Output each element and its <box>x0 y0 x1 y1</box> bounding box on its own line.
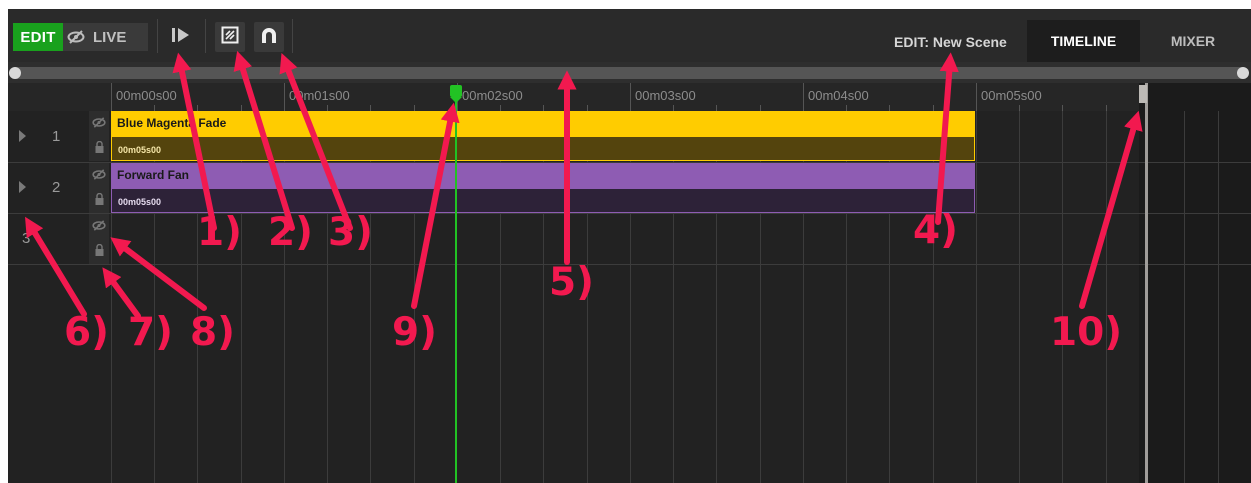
track-3-visibility-toggle[interactable] <box>89 214 109 239</box>
live-mode-label: LIVE <box>93 28 127 46</box>
lock-icon <box>95 243 104 261</box>
mode-toggle[interactable]: EDIT LIVE <box>13 23 148 51</box>
clip-duration: 00m05s00 <box>118 197 162 207</box>
track-row-divider <box>8 213 1251 214</box>
clip-forward-fan[interactable]: Forward Fan 00m05s00 <box>111 163 975 213</box>
toolbar-divider <box>205 19 206 53</box>
grid-line <box>1106 111 1107 483</box>
annotation-label-7: 7) <box>128 310 173 355</box>
ruler-tick <box>976 83 977 111</box>
playhead-handle[interactable] <box>450 85 462 97</box>
live-mode-button[interactable]: LIVE <box>63 23 148 51</box>
ruler-tick <box>284 83 285 111</box>
annotation-label-8: 8) <box>190 310 235 355</box>
track-2-number: 2 <box>52 179 61 196</box>
clip-duration: 00m05s00 <box>118 145 162 155</box>
toolbar-divider <box>157 19 158 53</box>
track-row-divider <box>8 264 1251 265</box>
lock-icon <box>95 140 104 158</box>
ruler-tick <box>111 83 112 111</box>
track-2-lock-toggle[interactable] <box>89 188 109 213</box>
annotation-label-1: 1) <box>197 210 242 255</box>
scrollbar-end-handle[interactable] <box>1237 67 1249 79</box>
eye-slash-icon <box>92 115 106 133</box>
scrollbar-start-handle[interactable] <box>9 67 21 79</box>
track-2-expand-arrow-icon[interactable] <box>19 181 26 193</box>
scene-title: EDIT: New Scene <box>894 34 1007 50</box>
scene-end-marker <box>1145 83 1148 483</box>
eye-slash-icon <box>63 30 89 44</box>
ruler-label: 00m02s00 <box>462 88 523 103</box>
grid-line <box>1019 111 1020 483</box>
toolbar: EDIT LIVE EDIT: New Scene TIMELINE MIXER <box>8 9 1251 62</box>
annotation-label-6: 6) <box>64 310 109 355</box>
track-row-divider <box>8 264 109 265</box>
ruler-label: 00m01s00 <box>289 88 350 103</box>
tab-timeline[interactable]: TIMELINE <box>1027 20 1140 62</box>
clip-name: Forward Fan <box>117 168 190 182</box>
timeline-scrollbar[interactable] <box>11 67 1247 79</box>
play-step-icon <box>171 27 191 48</box>
ruler-tick <box>630 83 631 111</box>
annotation-label-9: 9) <box>392 310 437 355</box>
track-2-visibility-toggle[interactable] <box>89 163 109 188</box>
ruler-label: 00m03s00 <box>635 88 696 103</box>
tab-mixer[interactable]: MIXER <box>1140 20 1246 62</box>
magnet-button[interactable] <box>254 22 284 52</box>
track-3-lock-toggle[interactable] <box>89 239 109 264</box>
playhead-line <box>455 95 457 483</box>
timeline-app: EDIT LIVE EDIT: New Scene TIMELINE MIXER… <box>8 9 1251 483</box>
track-3-number: 3 <box>22 230 31 247</box>
clip-body: 00m05s00 <box>111 136 975 161</box>
scene-end-handle[interactable] <box>1139 85 1147 103</box>
ruler-label: 00m04s00 <box>808 88 869 103</box>
annotation-label-3: 3) <box>328 210 373 255</box>
clip-header: Forward Fan <box>111 163 975 188</box>
ruler-label: 00m05s00 <box>981 88 1042 103</box>
grid-line <box>976 111 977 483</box>
grid-line <box>1184 111 1185 483</box>
annotation-label-10: 10) <box>1050 310 1123 355</box>
play-from-playhead-button[interactable] <box>165 24 197 50</box>
annotation-label-4: 4) <box>913 208 958 253</box>
lock-icon <box>95 192 104 210</box>
snap-to-grid-button[interactable] <box>215 22 245 52</box>
timeline-scroll-row <box>8 62 1251 83</box>
magnet-icon <box>260 26 278 49</box>
clip-name: Blue Magenta Fade <box>117 116 227 130</box>
annotation-label-2: 2) <box>268 210 313 255</box>
annotation-label-5: 5) <box>549 260 594 305</box>
eye-slash-icon <box>92 218 106 236</box>
edit-mode-button[interactable]: EDIT <box>13 23 63 51</box>
playhead-pointer <box>450 97 462 103</box>
eye-slash-icon <box>92 167 106 185</box>
snap-grid-icon <box>221 26 239 49</box>
track-1-number: 1 <box>52 128 61 145</box>
time-ruler[interactable]: 00m00s00 00m01s00 00m02s00 00m03s00 00m0… <box>8 83 1251 111</box>
ruler-label: 00m00s00 <box>116 88 177 103</box>
track-1-expand-arrow-icon[interactable] <box>19 130 26 142</box>
clip-blue-magenta-fade[interactable]: Blue Magenta Fade 00m05s00 <box>111 111 975 161</box>
track-1-lock-toggle[interactable] <box>89 136 109 161</box>
ruler-tick <box>803 83 804 111</box>
clip-header: Blue Magenta Fade <box>111 111 975 136</box>
out-of-range-area <box>1139 83 1251 483</box>
track-1-visibility-toggle[interactable] <box>89 111 109 136</box>
toolbar-divider <box>292 19 293 53</box>
grid-line <box>1218 111 1219 483</box>
grid-line <box>1062 111 1063 483</box>
